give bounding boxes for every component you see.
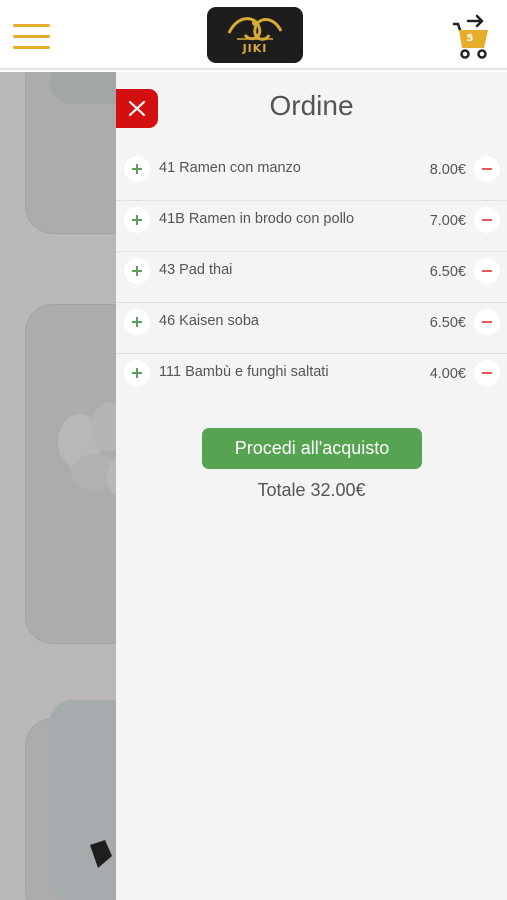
- order-list: 41 Ramen con manzo 8.00€ 41B Ramen in br…: [116, 150, 507, 405]
- cart-count-badge: 5: [466, 33, 474, 44]
- app-header: JIKI 5: [0, 0, 507, 70]
- order-item: 41 Ramen con manzo 8.00€: [116, 150, 507, 201]
- order-title: Ordine: [269, 90, 354, 121]
- close-icon: [128, 100, 146, 117]
- item-price: 6.50€: [429, 315, 466, 331]
- restaurant-logo[interactable]: JIKI: [207, 7, 303, 63]
- plus-icon[interactable]: [124, 156, 150, 182]
- order-item: 43 Pad thai 6.50€: [116, 252, 507, 303]
- cart-button[interactable]: 5: [450, 14, 494, 60]
- checkout-button[interactable]: Procedi all'acquisto: [202, 428, 422, 469]
- order-item: 111 Bambù e funghi saltati 4.00€: [116, 354, 507, 405]
- item-name: 46 Kaisen soba: [159, 313, 259, 329]
- plus-icon[interactable]: [124, 258, 150, 284]
- order-panel: Ordine 41 Ramen con manzo 8.00€ 41B Rame…: [116, 72, 507, 900]
- item-name: 43 Pad thai: [159, 262, 233, 278]
- minus-icon[interactable]: [474, 156, 500, 182]
- order-item: 46 Kaisen soba 6.50€: [116, 303, 507, 354]
- logo-text: JIKI: [242, 42, 268, 55]
- item-price: 7.00€: [429, 213, 466, 229]
- minus-icon[interactable]: [474, 360, 500, 386]
- order-total: Totale 32.00€: [257, 480, 366, 500]
- plus-icon[interactable]: [124, 360, 150, 386]
- menu-icon[interactable]: [13, 24, 50, 52]
- item-name: 111 Bambù e funghi saltati: [159, 364, 329, 380]
- minus-icon[interactable]: [474, 207, 500, 233]
- item-name: 41B Ramen in brodo con pollo: [159, 211, 355, 227]
- item-price: 8.00€: [429, 162, 466, 178]
- item-name: 41 Ramen con manzo: [159, 160, 301, 176]
- plus-icon[interactable]: [124, 207, 150, 233]
- minus-icon[interactable]: [474, 258, 500, 284]
- item-price: 6.50€: [429, 264, 466, 280]
- close-order-button[interactable]: [116, 89, 158, 128]
- plus-icon[interactable]: [124, 309, 150, 335]
- item-price: 4.00€: [429, 366, 466, 382]
- order-item: 41B Ramen in brodo con pollo 7.00€: [116, 201, 507, 252]
- minus-icon[interactable]: [474, 309, 500, 335]
